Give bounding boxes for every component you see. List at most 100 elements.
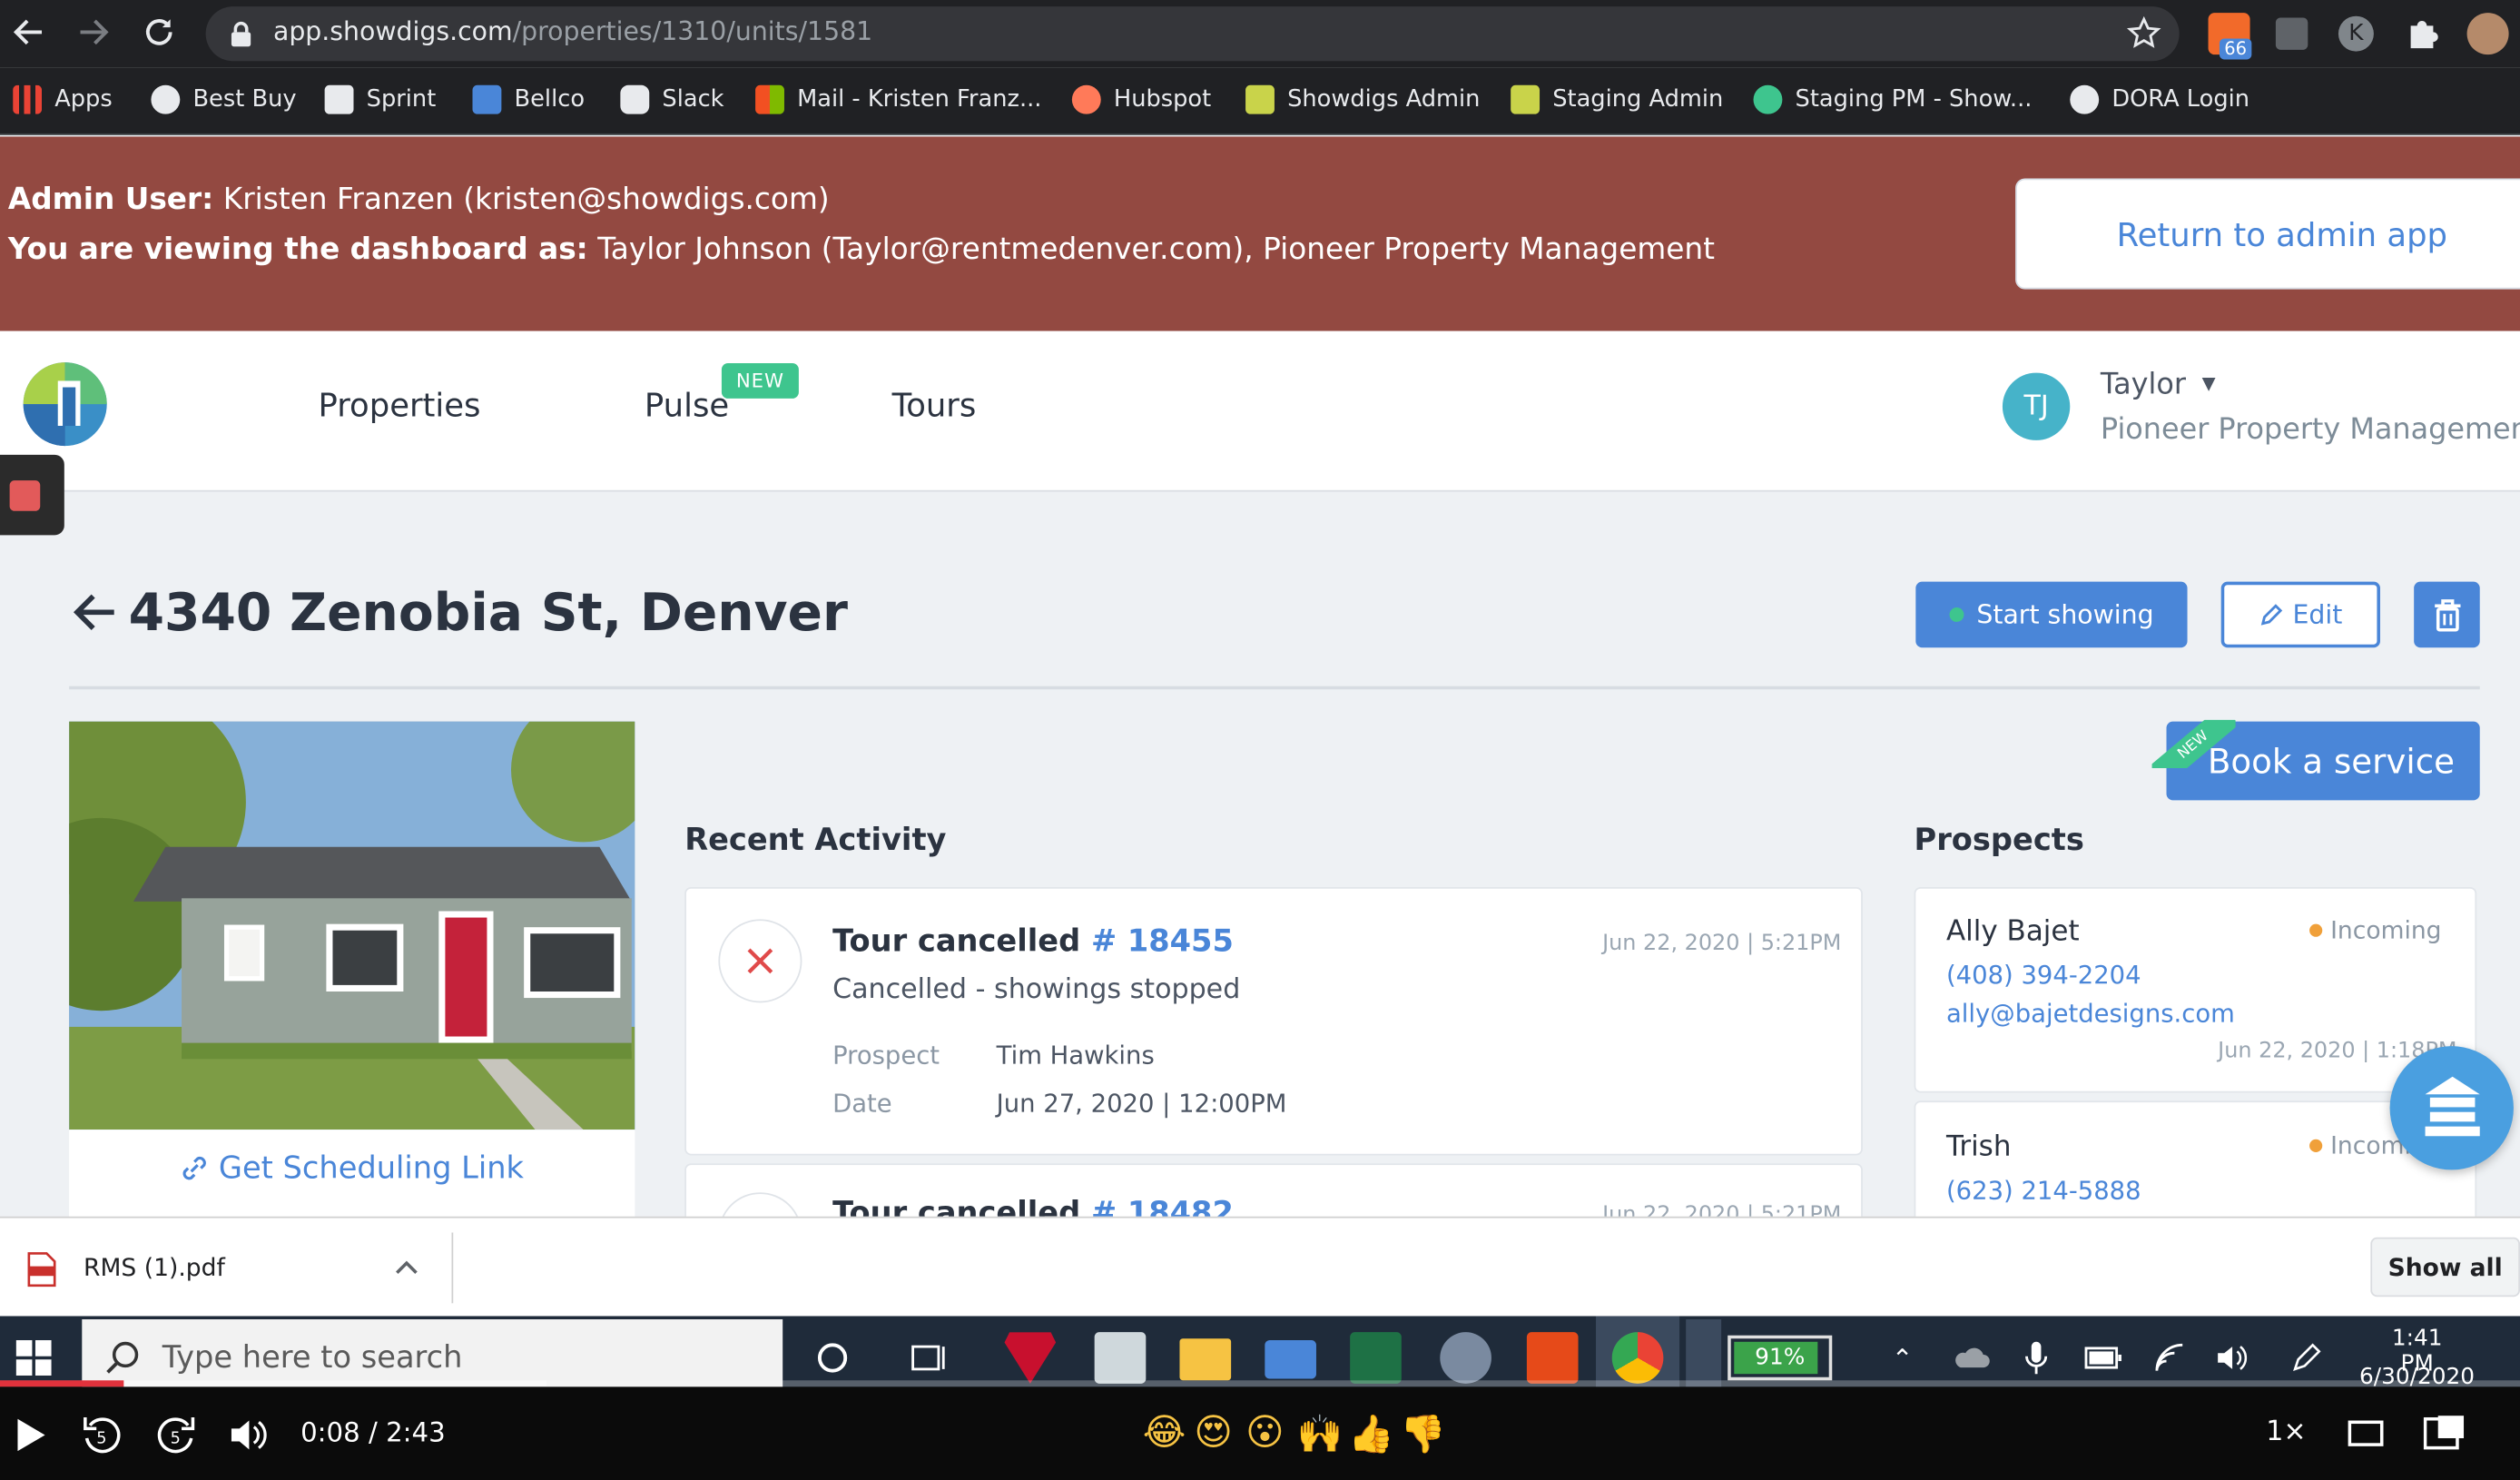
screen: app.showdigs.com/properties/1310/units/1… [0, 0, 2520, 1480]
microsoft-icon [755, 84, 784, 114]
download-file[interactable]: RMS (1).pdf [84, 1253, 225, 1282]
picture-in-picture-icon[interactable] [2423, 1414, 2466, 1452]
volume-icon[interactable] [2215, 1342, 2250, 1374]
reaction-laugh[interactable]: 😂 [1143, 1413, 1186, 1455]
showdigs-icon [1511, 84, 1541, 114]
snipping-tool-icon[interactable] [1440, 1332, 1491, 1384]
profile-k-icon[interactable]: K [2338, 15, 2374, 52]
office-icon[interactable] [1526, 1332, 1579, 1384]
chrome-icon[interactable] [1611, 1332, 1664, 1384]
status-dot [2309, 1139, 2323, 1152]
bookmark-apps[interactable]: Apps [13, 84, 113, 115]
nav-pulse[interactable]: Pulse [645, 386, 729, 424]
reaction-thumbs-down[interactable]: 👎 [1400, 1413, 1446, 1455]
rewind-5-icon[interactable]: 5 [81, 1413, 126, 1458]
showdigs-icon [1245, 84, 1275, 114]
activity-subtitle: Cancelled - showings stopped [832, 973, 1241, 1006]
tray-chevron-up-icon[interactable]: ⌃ [1892, 1344, 1914, 1375]
bookmark-star-icon[interactable] [2124, 15, 2162, 53]
user-avatar[interactable]: TJ [2002, 372, 2071, 440]
extension-icon[interactable] [2275, 17, 2308, 50]
mail-icon[interactable] [1265, 1340, 1316, 1379]
nav-properties[interactable]: Properties [319, 386, 481, 424]
volume-icon[interactable] [228, 1416, 270, 1454]
bookmark-showdigs-admin[interactable]: Showdigs Admin [1245, 84, 1480, 115]
wifi-icon[interactable] [2153, 1342, 2189, 1374]
chevron-up-icon[interactable] [392, 1257, 421, 1279]
extension-badge: 66 [2219, 38, 2252, 60]
sprint-icon [324, 84, 354, 114]
recording-stop-button[interactable] [0, 454, 64, 536]
cortana-icon[interactable] [815, 1340, 851, 1376]
bookmark-dora-login[interactable]: DORA Login [2070, 84, 2249, 115]
download-bar [0, 1216, 2520, 1317]
reload-icon[interactable] [140, 13, 178, 51]
bookmark-staging-pm[interactable]: Staging PM - Show... [1753, 84, 2032, 115]
link-icon [182, 1156, 207, 1180]
reaction-raised-hands[interactable]: 🙌 [1297, 1413, 1344, 1455]
prospect-email[interactable]: ally@bajetdesigns.com [1946, 1000, 2235, 1029]
excel-icon[interactable] [1350, 1332, 1402, 1384]
edit-button[interactable]: Edit [2220, 581, 2380, 648]
bookmark-best-buy[interactable]: Best Buy [151, 84, 297, 115]
prospect-phone[interactable]: (623) 214-5888 [1946, 1177, 2141, 1206]
bookmark-bellco[interactable]: Bellco [472, 84, 585, 115]
search-placeholder: Type here to search [162, 1340, 463, 1376]
tour-number-link[interactable]: # 18455 [1091, 924, 1234, 960]
pen-icon[interactable] [2290, 1342, 2322, 1374]
play-icon[interactable] [15, 1417, 46, 1453]
url-text[interactable]: app.showdigs.com/properties/1310/units/1… [273, 16, 872, 47]
bookmark-slack[interactable]: Slack [620, 84, 724, 115]
viewing-as-line: You are viewing the dashboard as: Taylor… [7, 232, 1715, 267]
caret-down-icon: ▼ [2201, 372, 2216, 394]
user-menu[interactable]: Taylor ▼ [2101, 368, 2216, 401]
activity-title: Tour cancelled # 18455 [832, 923, 1234, 960]
bookmark-staging-admin[interactable]: Staging Admin [1511, 84, 1723, 115]
file-explorer-icon[interactable] [1179, 1338, 1232, 1381]
get-scheduling-link[interactable]: Get Scheduling Link [69, 1150, 635, 1186]
prospects-heading: Prospects [1914, 823, 2084, 859]
prospect-value: Tim Hawkins [996, 1041, 1155, 1071]
reaction-heart-eyes[interactable]: 😍 [1194, 1413, 1232, 1455]
bookmark-sprint[interactable]: Sprint [324, 84, 436, 115]
theater-mode-icon[interactable] [2348, 1419, 2384, 1448]
back-icon[interactable] [10, 13, 48, 51]
nav-tours[interactable]: Tours [892, 386, 977, 424]
playback-speed[interactable]: 1× [2266, 1416, 2306, 1447]
video-buffered [123, 1380, 547, 1387]
globe-icon [2070, 84, 2100, 114]
forward-icon[interactable] [74, 13, 112, 51]
showdigs-icon [1753, 84, 1783, 114]
calculator-icon[interactable] [1094, 1332, 1147, 1384]
power-icon[interactable] [2084, 1345, 2122, 1370]
start-showing-button[interactable]: Start showing [1915, 581, 2188, 648]
extensions-puzzle-icon[interactable] [2405, 16, 2440, 52]
show-all-button[interactable]: Show all [2370, 1237, 2520, 1297]
svg-text:5: 5 [171, 1429, 181, 1447]
back-arrow-icon[interactable] [71, 588, 119, 636]
battery-indicator[interactable]: 91% [1728, 1335, 1833, 1381]
property-photo[interactable] [69, 721, 635, 1130]
task-view-icon[interactable] [910, 1340, 951, 1376]
download-separator [451, 1232, 454, 1304]
delete-button[interactable] [2414, 581, 2480, 648]
svg-text:5: 5 [96, 1429, 106, 1447]
reaction-thumbs-up[interactable]: 👍 [1348, 1413, 1394, 1455]
windows-start-icon[interactable] [15, 1340, 52, 1376]
showdigs-logo[interactable] [23, 361, 108, 447]
return-to-admin-button[interactable]: Return to admin app [2015, 178, 2520, 290]
lock-icon[interactable] [230, 21, 252, 47]
page-title: 4340 Zenobia St, Denver [128, 581, 848, 643]
date-value: Jun 27, 2020 | 12:00PM [996, 1089, 1287, 1119]
support-chat-icon[interactable] [2389, 1046, 2514, 1170]
prospect-name: Trish [1945, 1130, 2012, 1164]
forward-5-icon[interactable]: 5 [153, 1413, 198, 1458]
onedrive-icon[interactable] [1953, 1342, 1991, 1374]
reaction-surprised[interactable]: 😮 [1245, 1413, 1284, 1455]
bookmark-hubspot[interactable]: Hubspot [1071, 84, 1211, 115]
activity-date: Jun 22, 2020 | 5:21PM [1602, 930, 1842, 957]
profile-avatar[interactable] [2466, 13, 2509, 55]
prospect-phone[interactable]: (408) 394-2204 [1946, 961, 2141, 990]
microphone-icon[interactable] [2023, 1340, 2049, 1376]
bookmark-mail[interactable]: Mail - Kristen Franz... [755, 84, 1041, 115]
